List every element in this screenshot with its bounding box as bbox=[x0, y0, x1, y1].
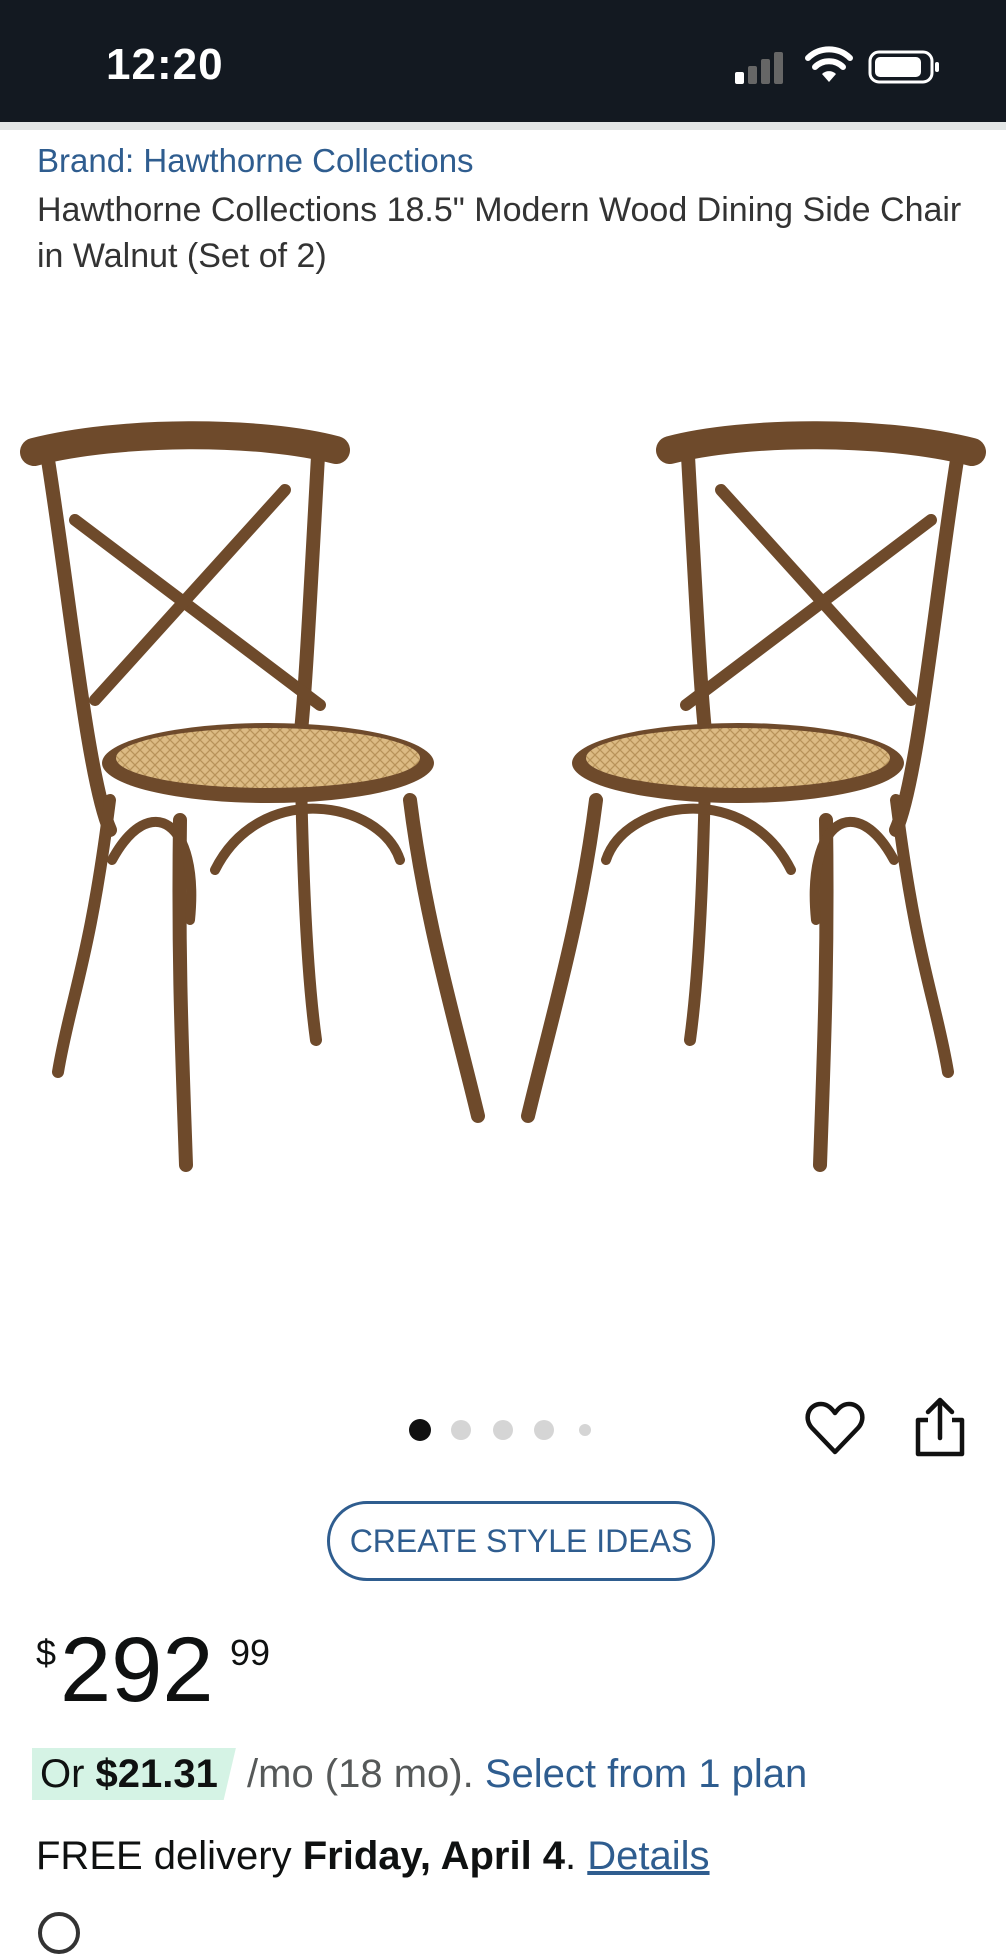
carousel-dot[interactable] bbox=[451, 1420, 471, 1440]
create-style-ideas-button[interactable]: CREATE STYLE IDEAS bbox=[327, 1501, 715, 1581]
financing-or: Or bbox=[40, 1752, 96, 1796]
heart-icon[interactable] bbox=[805, 1400, 865, 1456]
header-divider bbox=[0, 122, 1006, 130]
status-bar: 12:20 bbox=[0, 0, 1006, 122]
financing-term: /mo (18 mo). bbox=[235, 1752, 485, 1796]
location-icon bbox=[38, 1912, 80, 1954]
product-image[interactable] bbox=[0, 400, 1006, 1200]
wifi-icon bbox=[805, 46, 853, 82]
delivery-prefix: FREE delivery bbox=[36, 1834, 303, 1878]
carousel-dot[interactable] bbox=[409, 1419, 431, 1441]
price-fraction: 99 bbox=[230, 1632, 271, 1673]
financing-amount: $21.31 bbox=[95, 1752, 218, 1796]
select-plan-link[interactable]: Select from 1 plan bbox=[485, 1752, 807, 1796]
brand-link[interactable]: Brand: Hawthorne Collections bbox=[37, 142, 474, 180]
price-currency: $ bbox=[36, 1632, 57, 1673]
carousel-dot[interactable] bbox=[493, 1420, 513, 1440]
financing-highlight: Or $21.31 bbox=[32, 1748, 236, 1800]
price-whole: 292 bbox=[60, 1619, 214, 1721]
carousel-dot[interactable] bbox=[534, 1420, 554, 1440]
product-title: Hawthorne Collections 18.5" Modern Wood … bbox=[37, 191, 962, 275]
delivery-sep: . bbox=[565, 1834, 588, 1878]
financing-offer: Or $21.31 /mo (18 mo). Select from 1 pla… bbox=[32, 1748, 807, 1800]
cellular-signal-icon bbox=[735, 50, 785, 84]
status-time: 12:20 bbox=[106, 40, 224, 89]
delivery-date: Friday, April 4 bbox=[302, 1834, 566, 1878]
carousel-dot[interactable] bbox=[579, 1424, 591, 1436]
share-icon[interactable] bbox=[912, 1396, 968, 1458]
delivery-details-link[interactable]: Details bbox=[587, 1834, 709, 1878]
battery-icon bbox=[868, 50, 939, 84]
delivery-info: FREE delivery Friday, April 4. Details bbox=[36, 1830, 710, 1882]
